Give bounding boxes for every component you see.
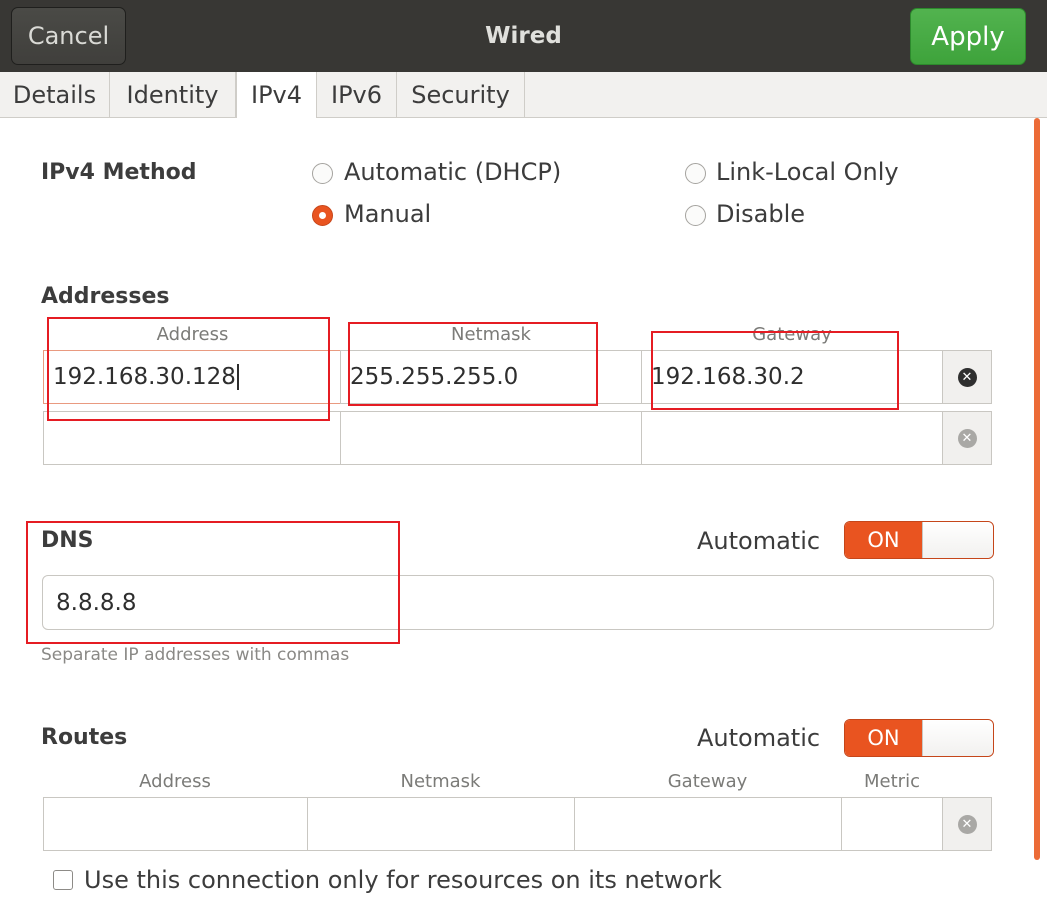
tab-strip: Details Identity IPv4 IPv6 Security bbox=[0, 72, 1047, 118]
radio-automatic-dhcp-label[interactable]: Automatic (DHCP) bbox=[344, 158, 561, 186]
radio-manual-label[interactable]: Manual bbox=[344, 200, 431, 228]
dns-automatic-label: Automatic bbox=[697, 527, 821, 555]
delete-route-row-button[interactable]: ✕ bbox=[942, 797, 992, 851]
clear-circle-icon: ✕ bbox=[957, 814, 977, 834]
addresses-col-netmask: Netmask bbox=[451, 324, 531, 345]
routes-col-netmask: Netmask bbox=[400, 771, 481, 792]
radio-link-local-only[interactable] bbox=[685, 163, 706, 184]
radio-disable-label[interactable]: Disable bbox=[716, 200, 805, 228]
address-value: 192.168.30.128 bbox=[53, 364, 236, 390]
route-metric-input[interactable] bbox=[841, 797, 943, 851]
address-input[interactable]: 192.168.30.128 bbox=[43, 350, 341, 404]
delete-address-row-button[interactable]: ✕ bbox=[942, 350, 992, 404]
dns-hint: Separate IP addresses with commas bbox=[41, 645, 350, 665]
switch-knob bbox=[922, 720, 993, 756]
tab-ipv4[interactable]: IPv4 bbox=[236, 72, 317, 118]
radio-link-local-only-label[interactable]: Link-Local Only bbox=[716, 158, 899, 186]
tab-ipv6[interactable]: IPv6 bbox=[317, 72, 397, 117]
clear-circle-icon: ✕ bbox=[957, 367, 977, 387]
tab-details[interactable]: Details bbox=[0, 72, 110, 117]
gateway-input-empty[interactable] bbox=[641, 411, 943, 465]
dns-input[interactable]: 8.8.8.8 bbox=[42, 575, 994, 630]
apply-button[interactable]: Apply bbox=[910, 8, 1026, 65]
routes-col-metric: Metric bbox=[864, 771, 920, 792]
tab-security[interactable]: Security bbox=[397, 72, 525, 117]
switch-on-label: ON bbox=[845, 720, 922, 756]
netmask-input-empty[interactable] bbox=[340, 411, 642, 465]
dialog-title: Wired bbox=[485, 23, 562, 49]
radio-automatic-dhcp[interactable] bbox=[312, 163, 333, 184]
addresses-title: Addresses bbox=[41, 284, 170, 309]
cancel-button[interactable]: Cancel bbox=[11, 7, 126, 65]
address-input-empty[interactable] bbox=[43, 411, 341, 465]
dns-title: DNS bbox=[41, 528, 94, 553]
addresses-col-gateway: Gateway bbox=[752, 324, 832, 345]
vertical-scrollbar[interactable] bbox=[1034, 118, 1040, 860]
delete-empty-row-button[interactable]: ✕ bbox=[942, 411, 992, 465]
route-address-input[interactable] bbox=[43, 797, 308, 851]
ipv4-method-label: IPv4 Method bbox=[41, 160, 197, 185]
text-cursor bbox=[236, 364, 239, 390]
clear-circle-icon: ✕ bbox=[957, 428, 977, 448]
tab-identity[interactable]: Identity bbox=[110, 72, 236, 117]
switch-on-label: ON bbox=[845, 522, 922, 558]
routes-automatic-switch[interactable]: ON bbox=[844, 719, 994, 757]
restrict-network-label[interactable]: Use this connection only for resources o… bbox=[84, 866, 722, 894]
routes-col-gateway: Gateway bbox=[667, 771, 748, 792]
restrict-network-checkbox[interactable] bbox=[53, 870, 73, 890]
dns-automatic-switch[interactable]: ON bbox=[844, 521, 994, 559]
switch-knob bbox=[922, 522, 993, 558]
routes-automatic-label: Automatic bbox=[697, 724, 821, 752]
netmask-input[interactable]: 255.255.255.0 bbox=[340, 350, 642, 404]
gateway-input[interactable]: 192.168.30.2 bbox=[641, 350, 943, 404]
radio-manual[interactable] bbox=[312, 205, 333, 226]
routes-title: Routes bbox=[41, 725, 128, 750]
route-gateway-input[interactable] bbox=[574, 797, 842, 851]
radio-disable[interactable] bbox=[685, 205, 706, 226]
routes-col-address: Address bbox=[139, 771, 211, 792]
addresses-col-address: Address bbox=[156, 324, 229, 345]
header-bar: Cancel Wired Apply bbox=[0, 0, 1047, 72]
route-netmask-input[interactable] bbox=[307, 797, 575, 851]
